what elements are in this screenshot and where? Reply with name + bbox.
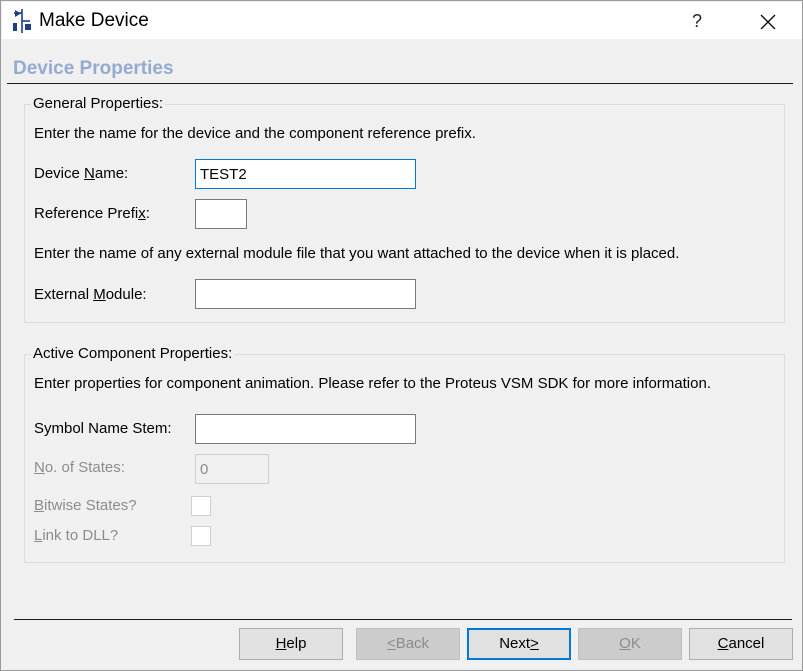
general-intro-text: Enter the name for the device and the co… (34, 125, 476, 142)
active-intro-text: Enter properties for component animation… (34, 375, 711, 392)
bitwise-states-label: Bitwise States? (34, 497, 137, 514)
num-states-label: No. of States: (34, 459, 125, 476)
external-module-label: External Module: (34, 286, 147, 303)
num-states-input[interactable] (195, 454, 269, 484)
footer-divider (14, 619, 792, 620)
link-to-dll-label: Link to DLL? (34, 527, 119, 544)
back-button[interactable]: <Back (356, 628, 460, 660)
external-module-intro-text: Enter the name of any external module fi… (34, 245, 680, 262)
close-icon[interactable] (754, 8, 782, 36)
ok-button[interactable]: OK (578, 628, 682, 660)
active-component-legend: Active Component Properties: (31, 345, 235, 362)
device-icon (13, 9, 31, 33)
symbol-name-stem-label: Symbol Name Stem: (34, 420, 172, 437)
next-button[interactable]: Next> (467, 628, 571, 660)
reference-prefix-label: Reference Prefix: (34, 205, 150, 222)
help-icon[interactable]: ? (686, 9, 708, 33)
make-device-dialog: Make Device ? Device Properties General … (0, 0, 803, 671)
symbol-name-stem-input[interactable] (195, 414, 416, 444)
device-name-input[interactable] (195, 159, 416, 189)
link-to-dll-checkbox[interactable] (191, 526, 211, 546)
external-module-input[interactable] (195, 279, 416, 309)
bitwise-states-checkbox[interactable] (191, 496, 211, 516)
cancel-button[interactable]: Cancel (689, 628, 793, 660)
window-title: Make Device (39, 10, 149, 31)
page-title: Device Properties (13, 58, 174, 79)
header-divider (7, 83, 793, 84)
device-name-label: Device Name: (34, 165, 129, 182)
help-button[interactable]: Help (239, 628, 343, 660)
reference-prefix-input[interactable] (195, 199, 247, 229)
title-bar[interactable]: Make Device ? (2, 2, 802, 39)
general-properties-legend: General Properties: (31, 95, 166, 112)
